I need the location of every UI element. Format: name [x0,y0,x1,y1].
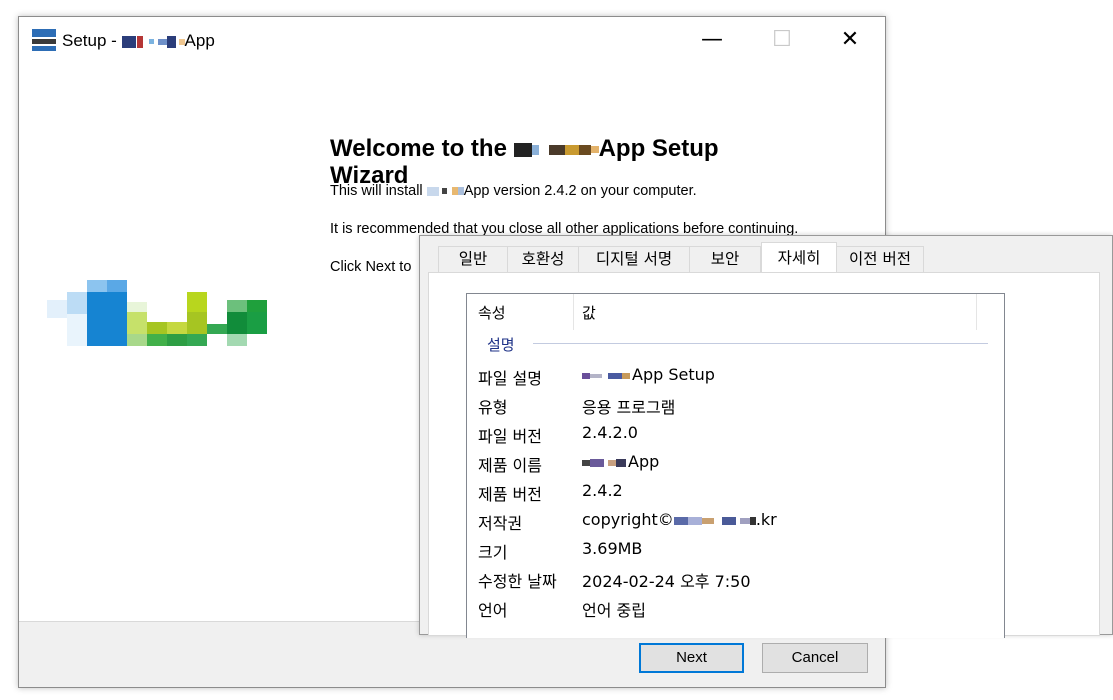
cancel-button[interactable]: Cancel [762,643,868,673]
details-panel: 속성 값 설명 파일 설명 App Setup 유형 응용 프로그램 파일 버전… [428,272,1100,638]
tab-general[interactable]: 일반 [438,246,508,272]
property-value: 응용 프로그램 [582,398,676,417]
property-name: 제품 이름 [478,456,542,475]
list-header: 속성 값 [467,294,1004,330]
welcome-heading-prefix: Welcome to the [330,135,514,162]
tab-compatibility[interactable]: 호환성 [507,246,579,272]
title-bar[interactable]: Setup - App — ☐ ✕ [19,17,885,65]
redacted-name [513,142,532,157]
setup-app-icon [32,29,56,51]
redacted-name [121,35,136,48]
redacted-name [721,516,736,525]
redacted-name [673,516,688,525]
redacted-name [531,144,539,155]
redacted-name [548,144,565,155]
app-logo [47,280,279,360]
property-value: 3.69MB [582,539,643,558]
install-info-suffix: App version 2.4.2 on your computer. [463,183,697,199]
column-divider[interactable] [573,294,574,330]
maximize-button[interactable]: ☐ [749,17,815,65]
copyright-suffix: .kr [755,510,777,529]
next-button[interactable]: Next [639,643,744,673]
redacted-name [166,35,176,48]
property-name: 저작권 [478,514,523,533]
list-item[interactable]: 저작권 copyright© .kr [467,506,1004,535]
property-value: copyright© .kr [582,510,777,529]
property-value: App [582,452,659,471]
property-name: 제품 버전 [478,485,542,504]
redacted-name [701,517,714,524]
product-name-suffix: App [628,452,660,471]
redacted-name [608,459,616,466]
redacted-name [590,373,602,378]
minimize-button[interactable]: — [679,17,745,65]
list-item[interactable]: 제품 버전 2.4.2 [467,477,1004,506]
list-item[interactable]: 수정한 날짜 2024-02-24 오후 7:50 [467,564,1004,593]
list-item[interactable]: 파일 버전 2.4.2.0 [467,419,1004,448]
redacted-name [578,144,591,155]
property-value: 2024-02-24 오후 7:50 [582,572,751,591]
property-value: 2.4.2.0 [582,423,638,442]
window-title: Setup - App [62,31,215,51]
install-info-prefix: This will install [330,183,427,199]
column-header-value[interactable]: 값 [582,302,596,323]
window-title-suffix: App [184,31,215,50]
tab-previous-versions[interactable]: 이전 버전 [836,246,924,272]
property-name: 유형 [478,398,508,417]
list-item[interactable]: 크기 3.69MB [467,535,1004,564]
click-next-text: Click Next to [330,259,412,275]
property-name: 파일 설명 [478,369,542,388]
redacted-name [622,372,630,379]
close-button[interactable]: ✕ [817,17,883,65]
redacted-name [590,146,599,154]
property-name: 언어 [478,601,508,620]
redacted-name [582,459,590,466]
list-item[interactable]: 유형 응용 프로그램 [467,390,1004,419]
details-list[interactable]: 속성 값 설명 파일 설명 App Setup 유형 응용 프로그램 파일 버전… [466,293,1005,638]
redacted-name [136,35,143,48]
redacted-name [426,186,439,196]
tab-details[interactable]: 자세히 [761,242,837,273]
tab-security[interactable]: 보안 [689,246,761,272]
tab-digital-signatures[interactable]: 디지털 서명 [578,246,690,272]
property-value: 2.4.2 [582,481,623,500]
redacted-name [687,516,702,525]
welcome-heading-suffix: App Setup [598,135,719,162]
redacted-name [582,372,590,379]
property-name: 파일 버전 [478,427,542,446]
redacted-name [148,39,154,45]
redacted-name [441,188,447,195]
group-description-label: 설명 [487,336,515,354]
list-item[interactable]: 제품 이름 App [467,448,1004,477]
welcome-heading: Welcome to the App Setup Wizard [330,135,850,189]
property-name: 크기 [478,543,508,562]
redacted-name [590,458,604,467]
redacted-name [616,458,626,467]
file-description-suffix: App Setup [632,365,715,384]
file-properties-dialog: 일반 호환성 디지털 서명 보안 자세히 이전 버전 속성 값 설명 파일 설명… [419,235,1113,638]
redacted-name [157,38,167,45]
list-item[interactable]: 파일 설명 App Setup [467,361,1004,390]
copyright-prefix: copyright© [582,510,674,529]
group-separator [533,343,988,344]
redacted-name [739,517,750,524]
column-header-property[interactable]: 속성 [478,302,506,323]
window-title-prefix: Setup - [62,31,122,50]
redacted-name [564,144,579,155]
redacted-name [608,372,622,379]
install-info-text: This will install App version 2.4.2 on y… [330,183,697,199]
list-item[interactable]: 언어 언어 중립 [467,593,1004,622]
property-name: 수정한 날짜 [478,572,557,591]
property-value: App Setup [582,365,715,384]
column-divider[interactable] [976,294,977,330]
property-value: 언어 중립 [582,601,646,620]
